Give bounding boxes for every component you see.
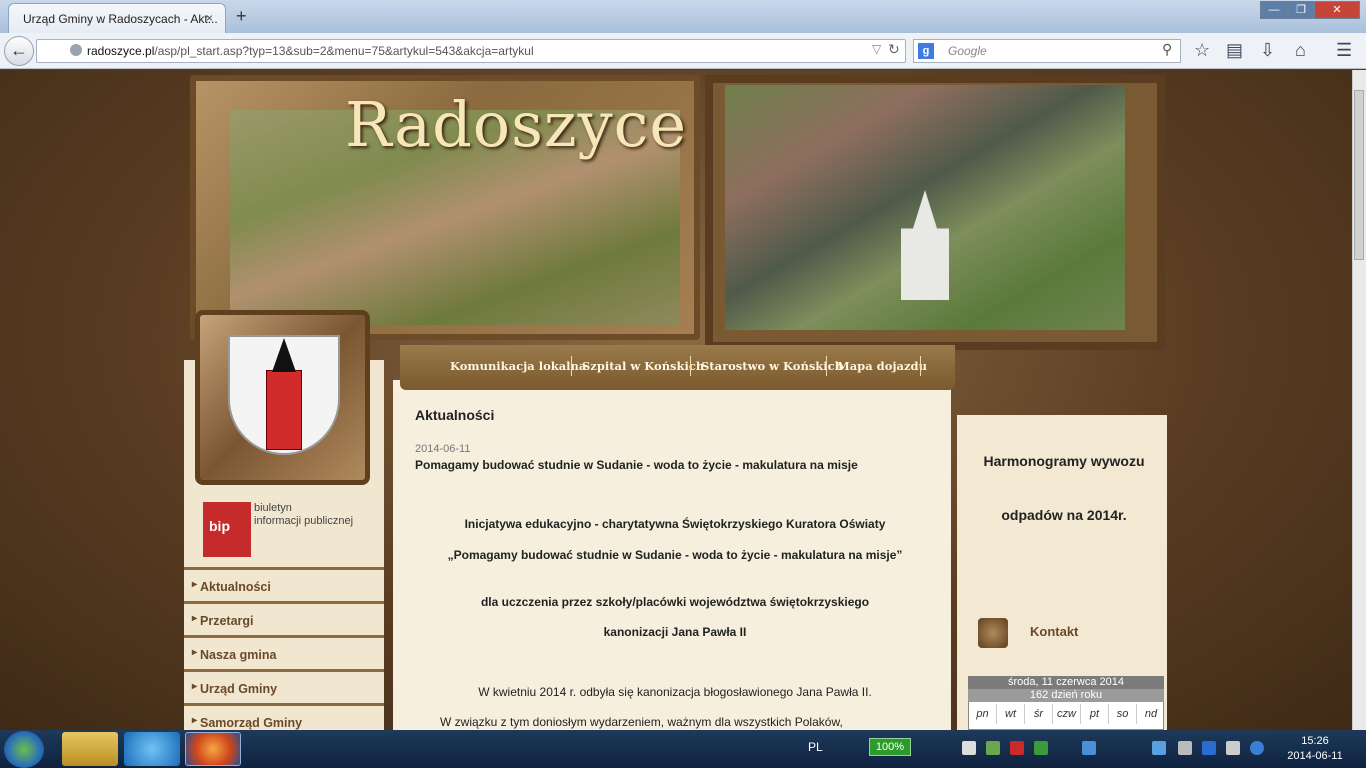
menu-nasza-gmina[interactable]: Nasza gmina — [184, 635, 384, 669]
article-para-1: W kwietniu 2014 r. odbyła się kanonizacj… — [478, 685, 872, 699]
nav-divider — [571, 356, 572, 376]
clock[interactable]: 15:26 2014-06-11 — [1280, 734, 1350, 764]
bip-line2: informacji publicznej — [254, 515, 354, 527]
security-icon[interactable] — [1034, 741, 1048, 755]
google-icon[interactable]: g — [918, 43, 934, 59]
nav-divider — [920, 356, 921, 376]
harmonogram-link-1[interactable]: Harmonogramy wywozu — [978, 453, 1150, 469]
article-lead-1: Inicjatywa edukacyjno - charytatywna Świ… — [464, 517, 886, 531]
web-page: Radoszyce Komunikacja lokalna Szpital w … — [0, 70, 1352, 730]
reading-list-icon[interactable]: ▤ — [1226, 40, 1243, 61]
calendar-day-of-year: 162 dzień roku — [968, 689, 1164, 702]
nav-starostwo[interactable]: Starostwo w Końskich — [701, 359, 843, 373]
calendar-weekday: pn — [969, 704, 997, 724]
ie-app-icon[interactable] — [124, 732, 180, 766]
back-button[interactable]: ← — [4, 36, 34, 66]
article-title[interactable]: Pomagamy budować studnie w Sudanie - wod… — [415, 458, 858, 472]
bookmark-dropdown-icon[interactable]: ▽ — [872, 42, 881, 56]
site-logo[interactable]: Radoszyce — [345, 88, 687, 161]
search-input[interactable]: Google — [913, 39, 1181, 63]
address-bar[interactable]: radoszyce.pl/asp/pl_start.asp?typ=13&sub… — [36, 39, 906, 63]
clock-date: 2014-06-11 — [1287, 750, 1343, 762]
calendar-weekday: so — [1109, 704, 1137, 724]
calendar-weekday: pt — [1081, 704, 1109, 724]
browser-tab[interactable]: Urząd Gminy w Radoszycach - Akt... — [8, 3, 226, 33]
download-icon[interactable]: ⇩ — [1260, 40, 1275, 61]
article-lead-3: dla uczczenia przez szkoły/placówki woje… — [480, 595, 870, 609]
url-domain: radoszyce.pl — [87, 44, 155, 58]
acrobat-icon[interactable] — [1010, 741, 1024, 755]
nav-divider — [690, 356, 691, 376]
article-lead-2: „Pomagamy budować studnie w Sudanie - wo… — [447, 548, 903, 562]
url-path: /asp/pl_start.asp?typ=13&sub=2&menu=75&a… — [154, 44, 534, 58]
contact-link[interactable]: Kontakt — [1030, 624, 1078, 639]
volume-icon[interactable] — [1226, 741, 1240, 755]
info-icon[interactable] — [1250, 741, 1264, 755]
explorer-app-icon[interactable] — [62, 732, 118, 766]
scrollbar-thumb[interactable] — [1354, 90, 1364, 260]
star-icon[interactable]: ☆ — [1194, 40, 1210, 61]
bip-line1: biuletyn — [254, 502, 292, 514]
tower-emblem-icon — [266, 370, 302, 450]
menu-aktualnosci[interactable]: Aktualności — [184, 567, 384, 601]
bluetooth-icon[interactable] — [1202, 741, 1216, 755]
maximize-button[interactable]: ❐ — [1288, 1, 1314, 19]
flag-icon[interactable] — [962, 741, 976, 755]
globe-icon — [70, 44, 82, 56]
new-tab-button[interactable]: + — [236, 6, 247, 27]
calendar-date: środa, 11 czerwca 2014 — [968, 676, 1164, 689]
menu-samorzad[interactable]: Samorząd Gminy — [184, 703, 384, 730]
battery-indicator[interactable]: 100% — [869, 738, 911, 756]
close-window-button[interactable]: ✕ — [1314, 1, 1360, 19]
article-lead-4: kanonizacji Jana Pawła II — [603, 625, 747, 639]
clock-time: 15:26 — [1301, 735, 1329, 747]
network-tool-icon[interactable] — [1082, 741, 1096, 755]
nav-divider — [826, 356, 827, 376]
nav-mapa[interactable]: Mapa dojazdu — [837, 359, 927, 373]
firefox-app-icon[interactable] — [185, 732, 241, 766]
article-date: 2014-06-11 — [415, 443, 471, 455]
bip-text[interactable]: biuletyn informacji publicznej — [254, 502, 353, 528]
nav-szpital[interactable]: Szpital w Końskich — [582, 359, 704, 373]
home-icon[interactable]: ⌂ — [1295, 40, 1306, 61]
calendar-weekday: nd — [1144, 708, 1158, 720]
phone-icon — [978, 618, 1008, 648]
section-heading: Aktualności — [415, 407, 495, 423]
search-icon[interactable]: ⚲ — [1162, 41, 1172, 58]
language-indicator[interactable]: PL — [808, 740, 823, 754]
harmonogram-link-2[interactable]: odpadów na 2014r. — [978, 507, 1150, 523]
minimize-button[interactable]: — — [1260, 1, 1288, 19]
calendar-weekday: czw — [1053, 704, 1081, 724]
nav-komunikacja[interactable]: Komunikacja lokalna — [450, 359, 586, 373]
article-para-2: W związku z tym doniosłym wydarzeniem, w… — [440, 715, 843, 729]
start-button[interactable] — [4, 731, 44, 768]
tab-close-icon[interactable]: × — [206, 11, 213, 25]
menu-icon[interactable]: ☰ — [1336, 40, 1352, 61]
menu-urzad-gminy[interactable]: Urząd Gminy — [184, 669, 384, 703]
bip-logo[interactable]: bip — [203, 502, 251, 557]
calendar-weekday: śr — [1025, 704, 1053, 724]
tray-app-icon[interactable] — [986, 741, 1000, 755]
calendar-weekday: wt — [997, 704, 1025, 724]
menu-przetargi[interactable]: Przetargi — [184, 601, 384, 635]
reload-icon[interactable]: ↻ — [888, 41, 900, 58]
signal-icon[interactable] — [1178, 741, 1192, 755]
back-arrow-icon: ← — [10, 40, 28, 60]
bip-badge: bip — [203, 512, 251, 534]
display-icon[interactable] — [1152, 741, 1166, 755]
tab-title: Urząd Gminy w Radoszycach - Akt... — [23, 12, 218, 26]
